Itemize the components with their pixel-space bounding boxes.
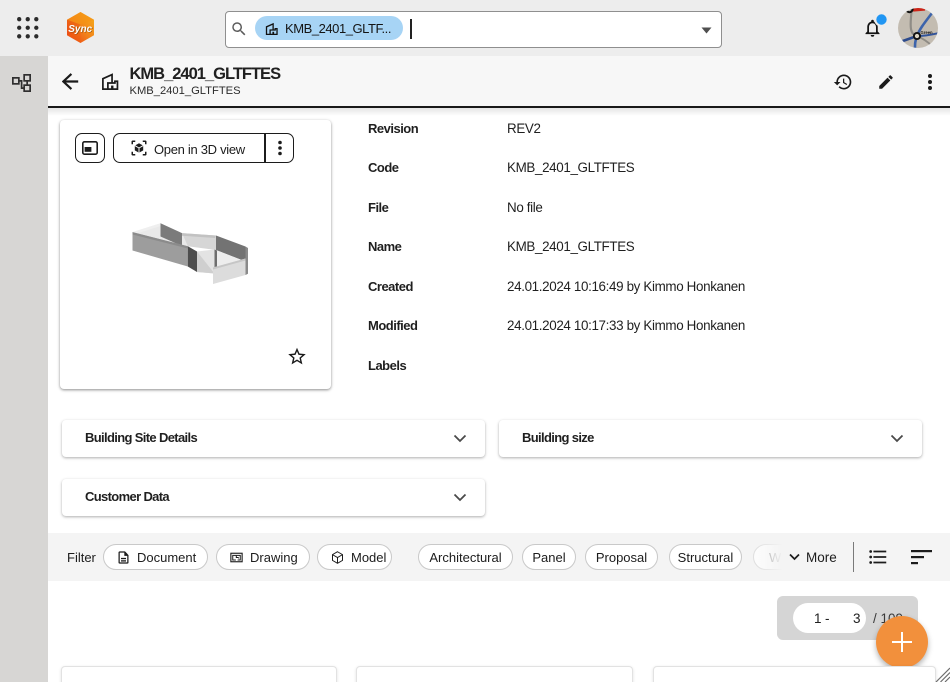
svg-text:Sync: Sync bbox=[68, 24, 92, 35]
svg-text:Green: Green bbox=[921, 30, 934, 35]
